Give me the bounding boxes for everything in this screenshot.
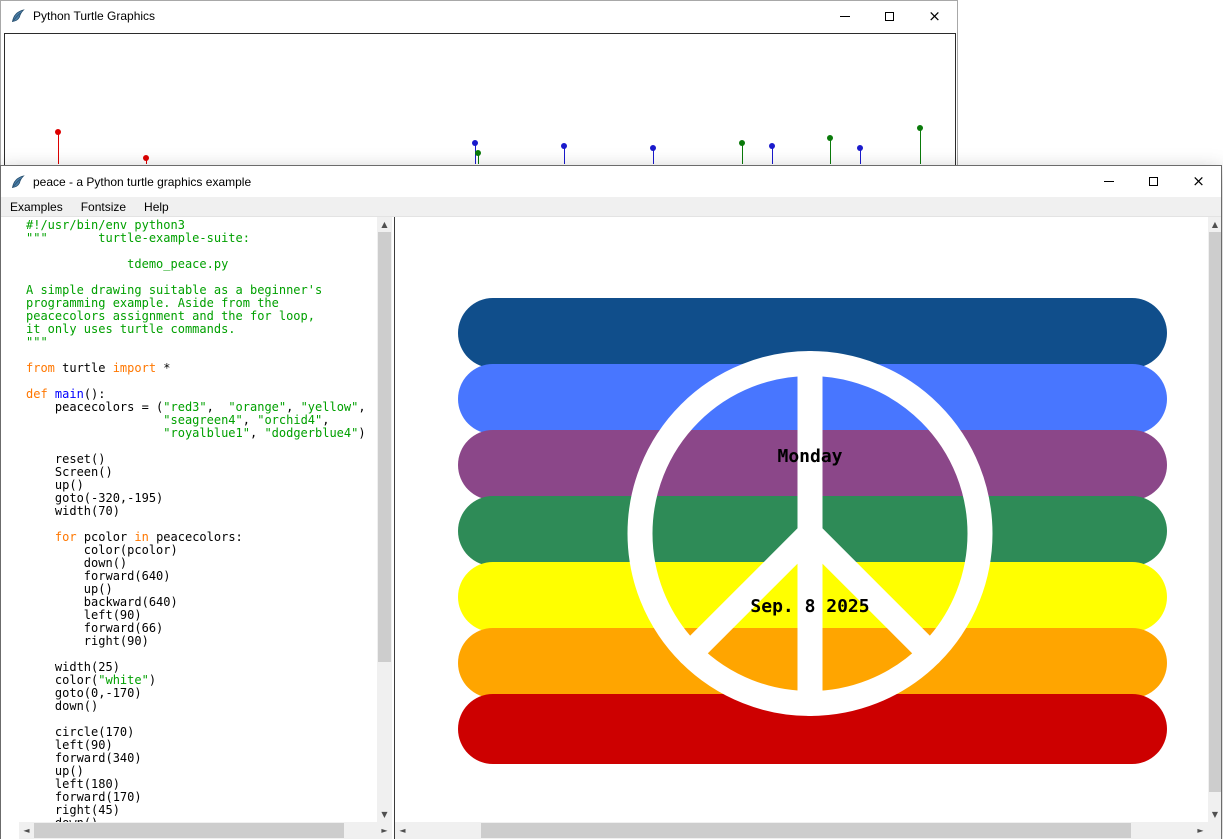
desktop: Python Turtle Graphics × peace - a Pytho… <box>0 0 1223 839</box>
code-line: "royalblue1", "dodgerblue4") <box>26 427 364 440</box>
code-line: """ turtle-example-suite: <box>26 232 364 245</box>
scrollbar-thumb[interactable] <box>1209 232 1221 792</box>
turtle-pin-dot <box>472 140 478 146</box>
turtle-pin-stem <box>830 140 831 164</box>
turtle-pin-stem <box>564 148 565 164</box>
turtle-pin-stem <box>742 145 743 164</box>
turtle-pin-dot <box>769 143 775 149</box>
menubar: Examples Fontsize Help <box>1 197 1221 217</box>
caption-buttons: × <box>1086 166 1221 197</box>
turtle-canvas-pane: Monday Sep. 8 2025 ▲ ▼ ◄ ► <box>394 217 1221 839</box>
peace-right-diagonal <box>810 534 930 654</box>
scrollbar-thumb[interactable] <box>34 823 344 838</box>
code-line: """ <box>26 336 364 349</box>
scroll-down-arrow[interactable]: ▼ <box>377 807 392 822</box>
tk-feather-icon <box>10 8 26 24</box>
window-title: Python Turtle Graphics <box>33 9 155 23</box>
weekday-label: Monday <box>680 446 940 467</box>
minimize-icon <box>1104 181 1114 182</box>
code-editor[interactable]: #!/usr/bin/env python3""" turtle-example… <box>1 217 394 839</box>
turtle-pin-dot <box>475 150 481 156</box>
maximize-button[interactable] <box>867 1 912 31</box>
peace-symbol <box>395 217 1208 822</box>
code-line: from turtle import * <box>26 362 364 375</box>
maximize-icon <box>885 12 894 21</box>
scrollbar-corner <box>1208 822 1221 839</box>
turtle-pin-stem <box>860 150 861 164</box>
close-icon: × <box>1192 174 1205 189</box>
scroll-right-arrow[interactable]: ► <box>1193 822 1208 839</box>
peace-demo-window: peace - a Python turtle graphics example… <box>0 165 1222 839</box>
minimize-button[interactable] <box>1086 166 1131 197</box>
minimize-icon <box>840 16 850 17</box>
menu-examples[interactable]: Examples <box>1 197 72 216</box>
code-horizontal-scrollbar[interactable]: ◄ ► <box>19 822 392 839</box>
code-line: tdemo_peace.py <box>26 258 364 271</box>
scroll-up-arrow[interactable]: ▲ <box>377 217 392 232</box>
code-line: right(90) <box>26 635 364 648</box>
tk-feather-icon <box>10 174 26 190</box>
turtle-pin-dot <box>827 135 833 141</box>
scroll-down-arrow[interactable]: ▼ <box>1208 807 1221 822</box>
close-icon: × <box>928 9 941 24</box>
code-line: width(70) <box>26 505 364 518</box>
titlebar[interactable]: Python Turtle Graphics × <box>1 1 957 31</box>
canvas-horizontal-scrollbar[interactable]: ◄ ► <box>395 822 1208 839</box>
turtle-pin-dot <box>857 145 863 151</box>
turtle-pin-dot <box>561 143 567 149</box>
close-button[interactable]: × <box>912 1 957 31</box>
turtle-pin-dot <box>143 155 149 161</box>
maximize-button[interactable] <box>1131 166 1176 197</box>
scroll-up-arrow[interactable]: ▲ <box>1208 217 1221 232</box>
turtle-pin-stem <box>58 134 59 164</box>
turtle-pin-stem <box>478 155 479 164</box>
turtle-pin-stem <box>772 148 773 164</box>
scrollbar-thumb[interactable] <box>481 823 1131 838</box>
menu-help[interactable]: Help <box>135 197 178 216</box>
menu-fontsize[interactable]: Fontsize <box>72 197 135 216</box>
turtle-pin-dot <box>917 125 923 131</box>
code-line: it only uses turtle commands. <box>26 323 364 336</box>
scroll-left-arrow[interactable]: ◄ <box>395 822 410 839</box>
scrollbar-thumb[interactable] <box>378 232 391 662</box>
turtle-pin-stem <box>920 130 921 164</box>
code-vertical-scrollbar[interactable]: ▲ ▼ <box>377 217 392 822</box>
turtle-pin-stem <box>653 150 654 164</box>
minimize-button[interactable] <box>822 1 867 31</box>
date-label: Sep. 8 2025 <box>680 596 940 617</box>
code-text: #!/usr/bin/env python3""" turtle-example… <box>26 219 364 822</box>
peace-left-diagonal <box>690 534 810 654</box>
close-button[interactable]: × <box>1176 166 1221 197</box>
maximize-icon <box>1149 177 1158 186</box>
scroll-right-arrow[interactable]: ► <box>377 822 392 839</box>
caption-buttons: × <box>822 1 957 31</box>
canvas-vertical-scrollbar[interactable]: ▲ ▼ <box>1208 217 1221 822</box>
scroll-left-arrow[interactable]: ◄ <box>19 822 34 839</box>
turtle-pin-dot <box>739 140 745 146</box>
turtle-pin-dot <box>650 145 656 151</box>
code-line: down() <box>26 700 364 713</box>
demo-content: #!/usr/bin/env python3""" turtle-example… <box>1 217 1221 839</box>
turtle-pin-dot <box>55 129 61 135</box>
window-title: peace - a Python turtle graphics example <box>33 175 251 189</box>
titlebar[interactable]: peace - a Python turtle graphics example… <box>1 166 1221 197</box>
